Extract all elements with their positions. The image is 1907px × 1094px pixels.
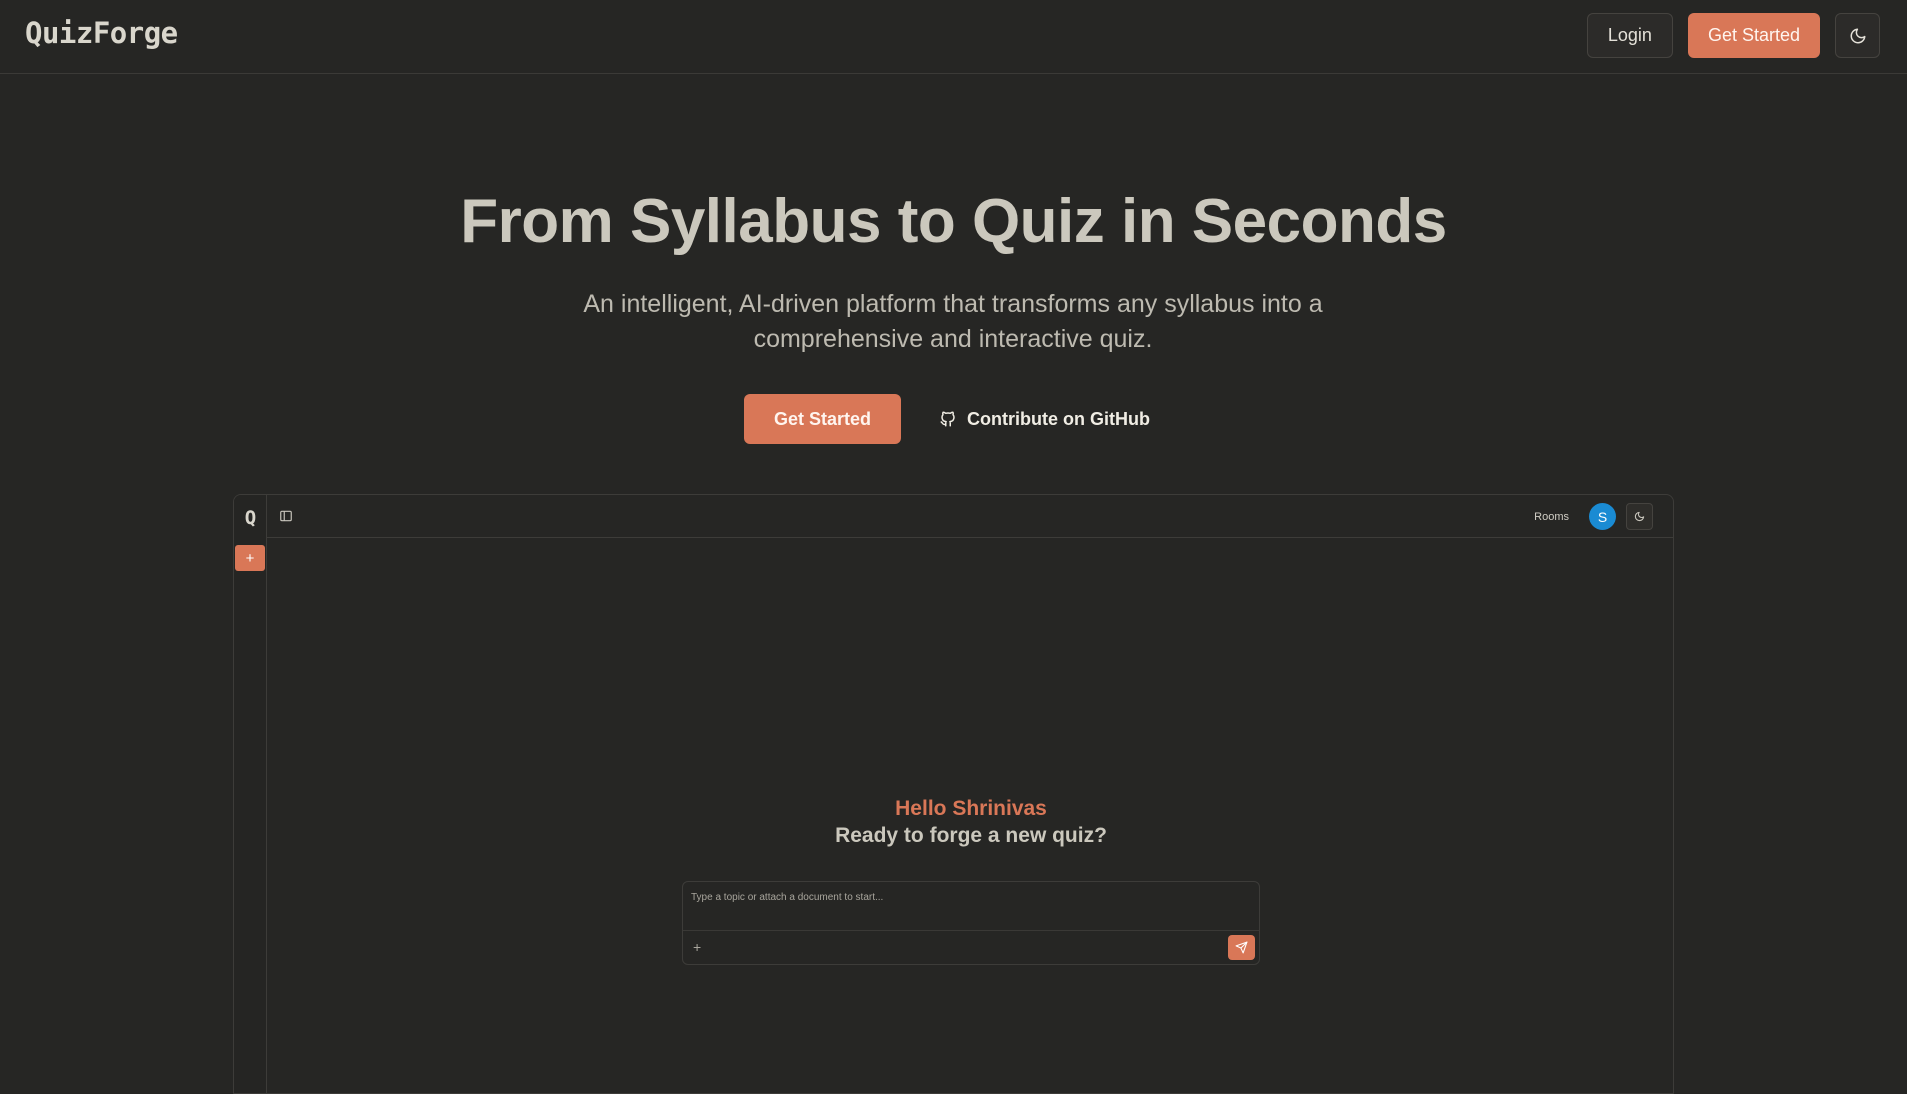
preview-sidebar: Q + [234, 495, 267, 1093]
send-button[interactable] [1228, 935, 1255, 960]
hero-actions: Get Started Contribute on GitHub [744, 394, 1150, 444]
quiz-composer: Type a topic or attach a document to sta… [682, 881, 1260, 965]
rooms-link[interactable]: Rooms [1534, 511, 1569, 523]
github-link[interactable]: Contribute on GitHub [939, 409, 1150, 430]
sidebar-toggle-icon[interactable] [279, 509, 293, 523]
preview-logo[interactable]: Q [234, 507, 267, 529]
github-icon [940, 411, 955, 427]
send-icon [1235, 941, 1248, 954]
nav-actions: Login Get Started [1586, 13, 1880, 58]
hero-get-started-button[interactable]: Get Started [744, 394, 902, 444]
hero-title: From Syllabus to Quiz in Seconds [460, 187, 1447, 256]
attach-button[interactable]: + [693, 939, 701, 955]
get-started-button[interactable]: Get Started [1687, 13, 1820, 58]
top-nav: QuizForge Login Get Started [0, 0, 1907, 74]
app-preview: Q + Rooms S Hello Shrinivas Ready to for… [233, 494, 1674, 1094]
preview-theme-toggle[interactable] [1626, 503, 1653, 530]
greeting: Hello Shrinivas [895, 797, 1047, 820]
hero-subtitle: An intelligent, AI-driven platform that … [583, 290, 1323, 353]
login-button[interactable]: Login [1586, 13, 1673, 58]
preview-topbar: Rooms S [267, 495, 1673, 538]
greeting-prompt: Ready to forge a new quiz? [835, 824, 1107, 847]
composer-divider [683, 930, 1259, 931]
avatar[interactable]: S [1589, 503, 1616, 530]
new-quiz-button[interactable]: + [235, 545, 265, 571]
theme-toggle-button[interactable] [1835, 13, 1880, 58]
moon-icon [1634, 511, 1645, 522]
brand-logo[interactable]: QuizForge [25, 16, 178, 50]
topic-input[interactable]: Type a topic or attach a document to sta… [691, 892, 883, 903]
moon-icon [1850, 28, 1865, 43]
github-link-label: Contribute on GitHub [967, 408, 1150, 429]
preview-topbar-actions: Rooms S [1534, 503, 1653, 530]
